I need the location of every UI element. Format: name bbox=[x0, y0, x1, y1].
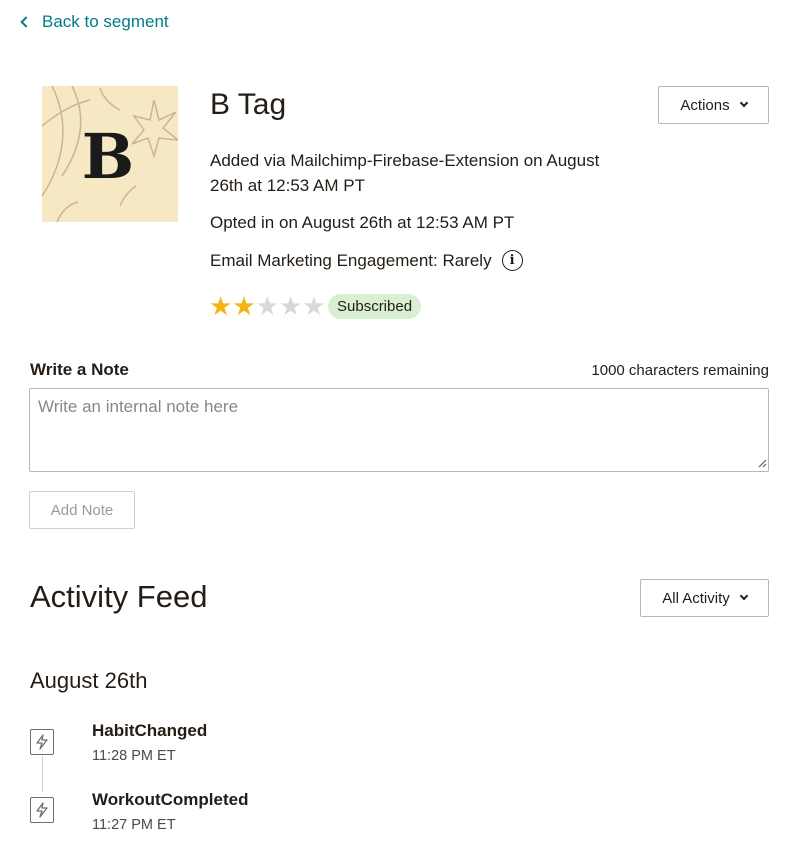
activity-event-time: 11:27 PM ET bbox=[92, 817, 176, 833]
star-icon: ★ bbox=[255, 291, 279, 321]
characters-remaining: 1000 characters remaining bbox=[591, 362, 769, 379]
star-icon: ★ bbox=[278, 291, 303, 321]
status-badge: Subscribed bbox=[328, 294, 422, 319]
note-textarea[interactable] bbox=[29, 388, 769, 472]
star-icon: ★ bbox=[232, 291, 256, 321]
chevron-down-icon bbox=[739, 591, 748, 601]
chevron-left-icon bbox=[20, 16, 32, 28]
activity-filter-dropdown[interactable]: All Activity bbox=[640, 579, 769, 617]
avatar-letter: B bbox=[81, 119, 135, 193]
timeline-connector bbox=[42, 756, 43, 792]
star-icon: ★ bbox=[302, 291, 326, 321]
back-link-label: Back to segment bbox=[42, 12, 169, 31]
chevron-down-icon bbox=[739, 98, 748, 108]
resize-handle-icon[interactable] bbox=[757, 458, 767, 468]
add-note-button[interactable]: Add Note bbox=[29, 491, 135, 529]
contact-rating: ★ ★ ★ ★ ★ bbox=[209, 292, 326, 320]
activity-feed-title: Activity Feed bbox=[30, 579, 208, 614]
lightning-icon bbox=[30, 729, 54, 755]
note-label: Write a Note bbox=[30, 360, 129, 379]
activity-filter-label: All Activity bbox=[662, 589, 730, 607]
activity-event-time: 11:28 PM ET bbox=[92, 748, 176, 764]
activity-event-title[interactable]: WorkoutCompleted bbox=[92, 790, 248, 810]
contact-name: B Tag bbox=[210, 88, 287, 121]
actions-label: Actions bbox=[680, 96, 730, 114]
opted-in-text: Opted in on August 26th at 12:53 AM PT bbox=[210, 213, 515, 232]
engagement-text: Email Marketing Engagement: Rarely bbox=[210, 251, 492, 270]
feed-date-heading: August 26th bbox=[30, 668, 148, 693]
actions-dropdown-button[interactable]: Actions bbox=[658, 86, 769, 124]
avatar: B bbox=[42, 86, 178, 222]
lightning-icon bbox=[30, 797, 54, 823]
back-to-segment-link[interactable]: Back to segment bbox=[18, 12, 169, 32]
info-icon[interactable]: i bbox=[501, 250, 523, 271]
activity-event-title[interactable]: HabitChanged bbox=[92, 721, 207, 741]
star-icon: ★ bbox=[209, 291, 233, 321]
added-via-text: Added via Mailchimp-Firebase-Extension o… bbox=[210, 151, 600, 195]
engagement-row: Email Marketing Engagement: Rarely i bbox=[210, 248, 523, 273]
